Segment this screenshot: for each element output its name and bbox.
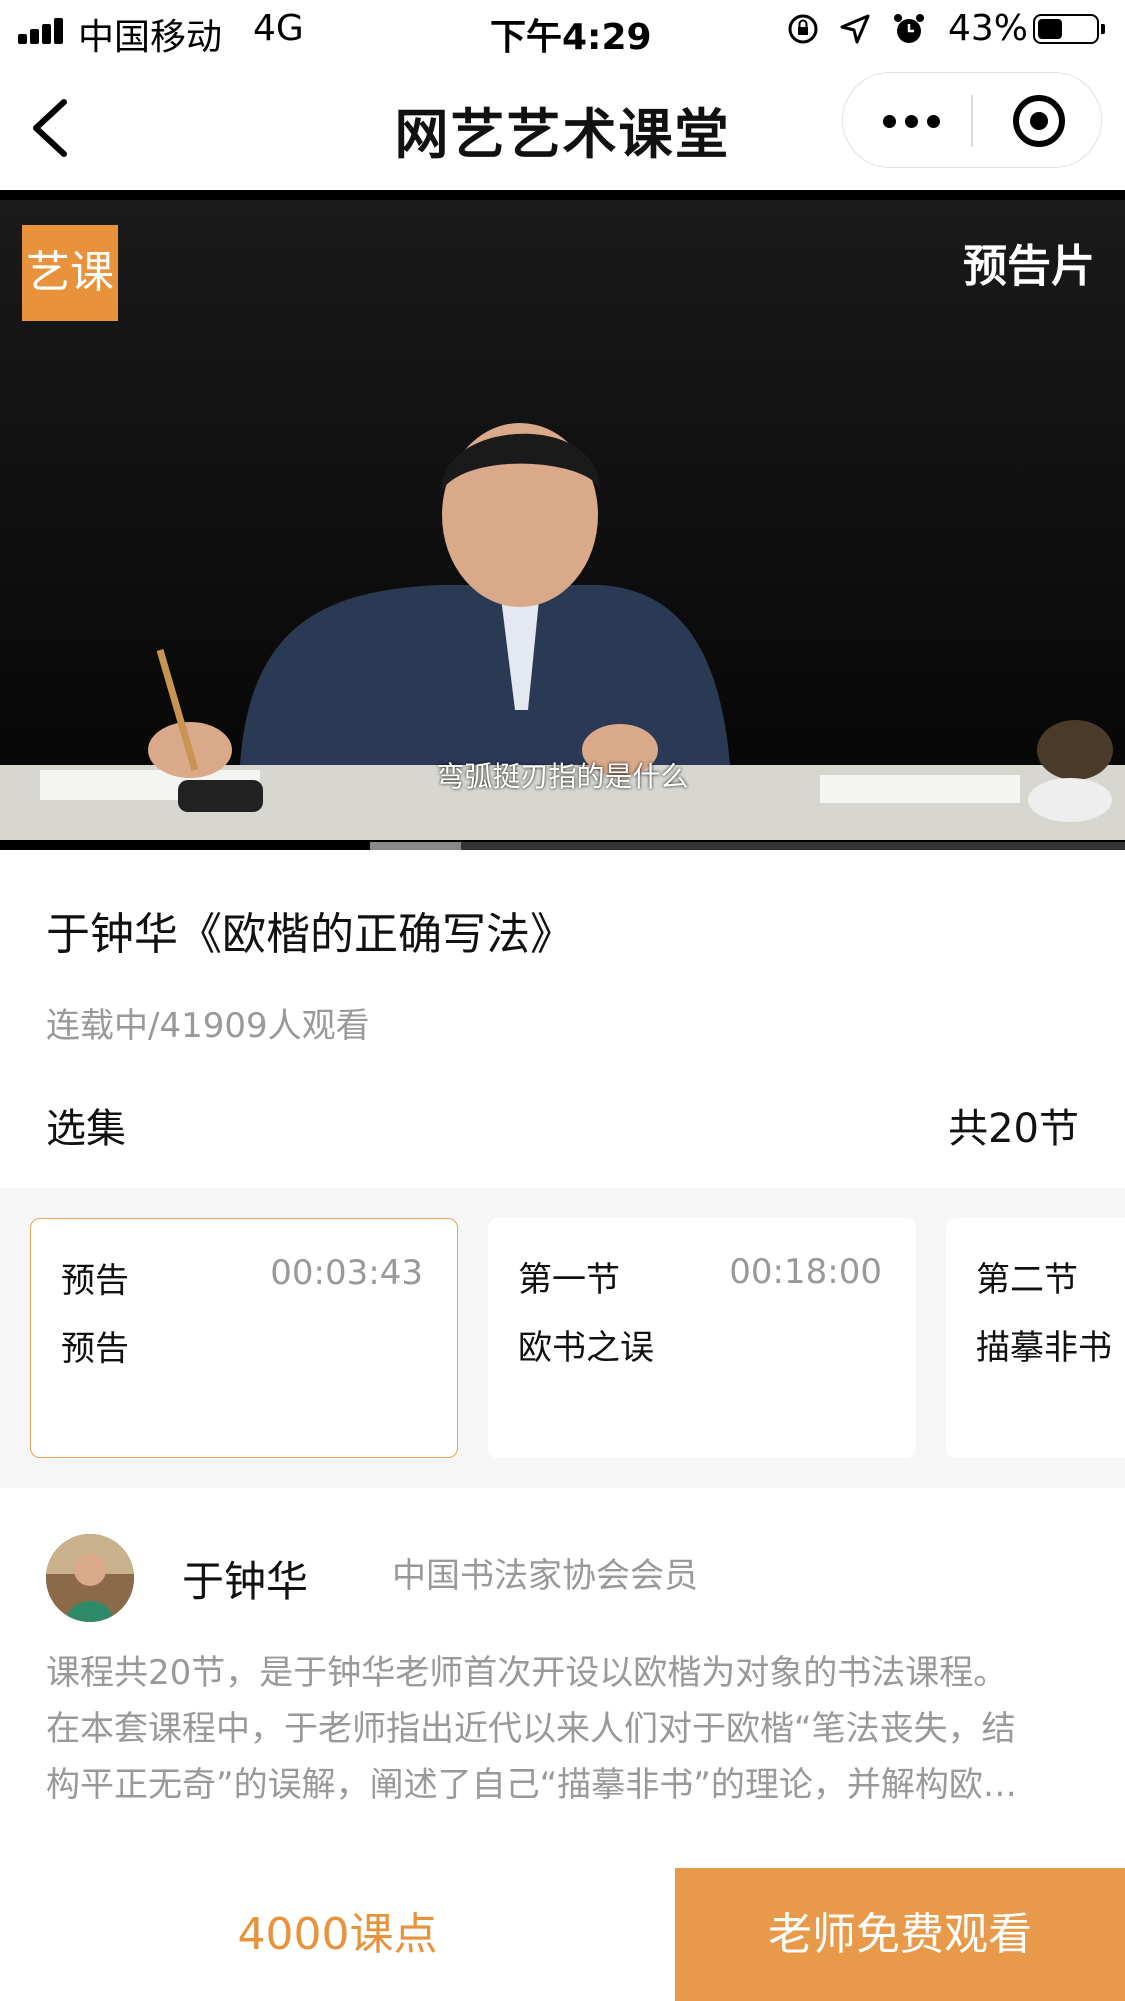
teacher-name: 于钟华 — [182, 1557, 309, 1606]
status-time: 下午4:29 — [490, 17, 652, 58]
location-icon — [840, 14, 870, 44]
target-icon[interactable] — [1013, 95, 1065, 147]
episode-section: 预告 — [61, 1261, 129, 1301]
video-frame — [0, 200, 1125, 840]
nav-bar: 网艺艺术课堂 — [0, 62, 1125, 190]
status-bar: 中国移动 4G 下午4:29 43% — [0, 0, 1125, 62]
orientation-lock-icon — [788, 14, 818, 44]
episode-card-preview[interactable]: 预告 00:03:43 预告 — [30, 1218, 458, 1458]
more-icon[interactable] — [883, 111, 943, 131]
course-title: 于钟华《欧楷的正确写法》 — [46, 909, 574, 960]
watch-free-button[interactable]: 老师免费观看 — [675, 1868, 1125, 2001]
course-price: 4000课点 — [0, 1868, 675, 2001]
video-progress-fill — [370, 842, 461, 850]
description-line: 课程共20节，是于钟华老师首次开设以欧楷为对象的书法课程。 — [46, 1653, 1008, 1693]
episode-list[interactable]: 预告 00:03:43 预告 第一节 00:18:00 欧书之误 第二节 描摹非… — [0, 1188, 1125, 1488]
episode-name: 预告 — [61, 1329, 129, 1369]
carrier-name: 中国移动 — [78, 17, 223, 58]
video-subtitle: 弯弧挺刃指的是什么 — [436, 760, 689, 793]
mini-program-capsule — [842, 72, 1102, 168]
episode-duration: 00:03:43 — [270, 1253, 423, 1293]
episode-card-1[interactable]: 第一节 00:18:00 欧书之误 — [488, 1218, 916, 1458]
teacher-role: 中国书法家协会会员 — [392, 1556, 698, 1596]
description-line: 在本套课程中，于老师指出近代以来人们对于欧楷“笔法丧失，结 — [46, 1709, 1016, 1749]
teacher-avatar-image — [46, 1534, 134, 1622]
episodes-count[interactable]: 共20节 — [948, 1096, 1079, 1154]
signal-icon — [18, 16, 68, 44]
preview-tag: 预告片 — [963, 241, 1095, 292]
battery-icon — [1033, 14, 1105, 44]
battery-percent: 43% — [948, 8, 1029, 49]
video-player[interactable]: 艺课 预告片 弯弧挺刃指的是什么 — [0, 190, 1125, 850]
episode-name: 欧书之误 — [518, 1328, 654, 1368]
course-description: 课程共20节，是于钟华老师首次开设以欧楷为对象的书法课程。 在本套课程中，于老师… — [46, 1645, 1086, 1813]
episode-card-2[interactable]: 第二节 描摹非书 — [946, 1218, 1125, 1458]
network-type: 4G — [253, 8, 304, 49]
episode-section: 第二节 — [976, 1260, 1078, 1300]
battery-level — [1038, 19, 1062, 39]
avatar[interactable] — [46, 1534, 134, 1622]
description-line: 构平正无奇”的误解，阐述了自己“描摹非书”的理论，并解构欧… — [46, 1765, 1017, 1805]
episode-section: 第一节 — [518, 1260, 620, 1300]
course-logo: 艺课 — [22, 225, 118, 321]
video-progress-track[interactable] — [370, 842, 1125, 850]
alarm-icon — [894, 14, 924, 43]
episode-duration: 00:18:00 — [729, 1252, 882, 1292]
episode-name: 描摹非书 — [976, 1328, 1112, 1368]
course-meta: 连载中/41909人观看 — [46, 1006, 370, 1046]
episodes-label: 选集 — [46, 1106, 126, 1152]
